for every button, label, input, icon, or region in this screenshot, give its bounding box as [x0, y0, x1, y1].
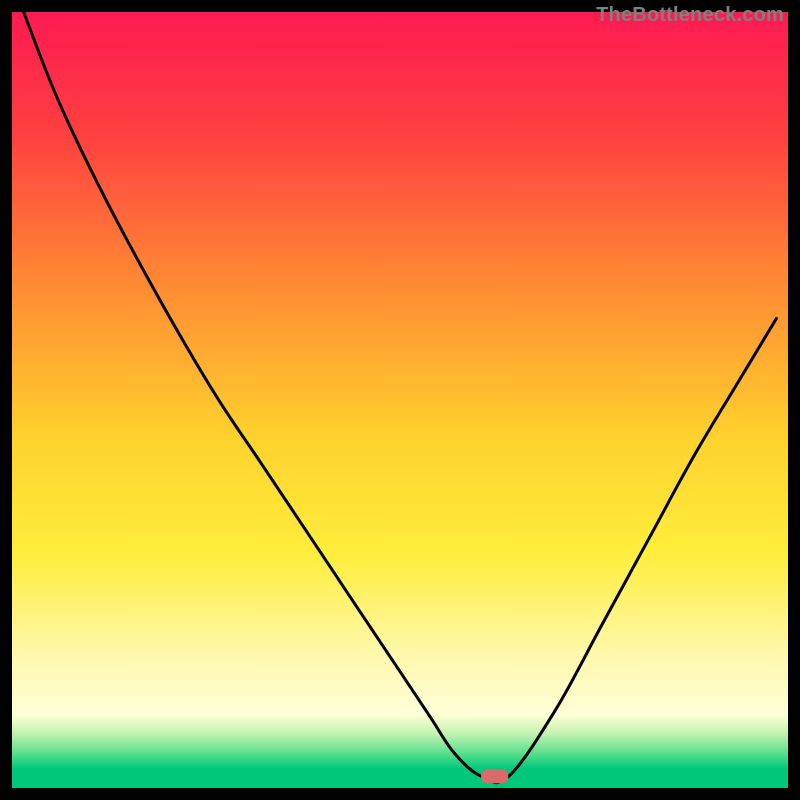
chart-frame: TheBottleneck.com — [0, 0, 800, 800]
chart-svg — [12, 12, 788, 788]
target-marker — [481, 769, 508, 783]
plot-area — [12, 12, 788, 788]
